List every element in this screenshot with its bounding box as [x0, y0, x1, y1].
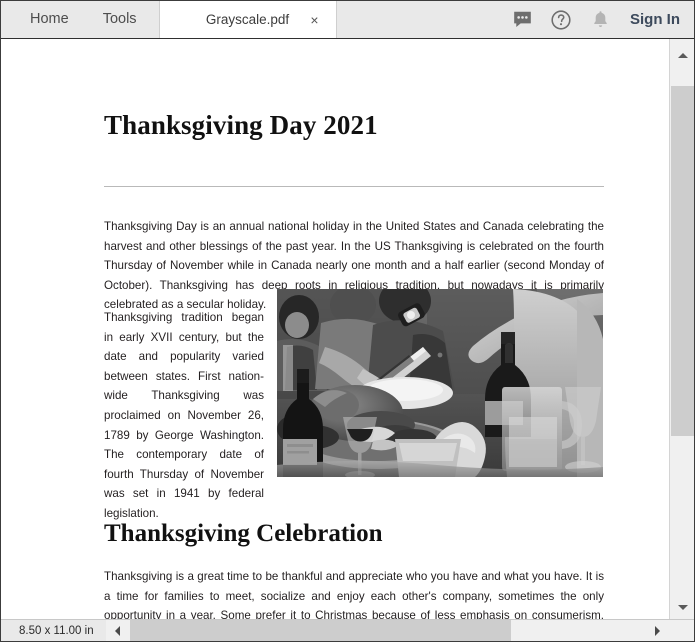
- menu-group: Home Tools: [1, 1, 154, 38]
- top-toolbar: Home Tools Grayscale.pdf × Sign In: [1, 1, 694, 39]
- document-tab-label: Grayscale.pdf: [205, 12, 290, 27]
- notification-bell-icon[interactable]: [588, 8, 612, 32]
- toolbar-icon-group: [510, 1, 626, 38]
- document-viewer[interactable]: Thanksgiving Day 2021 Thanksgiving Day i…: [1, 39, 669, 620]
- sign-in-button[interactable]: Sign In: [626, 1, 694, 38]
- comment-icon[interactable]: [510, 8, 534, 32]
- chevron-left-icon: [115, 625, 121, 636]
- pdf-page: Thanksgiving Day 2021 Thanksgiving Day i…: [1, 39, 669, 620]
- close-icon[interactable]: ×: [307, 11, 321, 29]
- menu-item-home[interactable]: Home: [13, 1, 86, 38]
- status-bar-corner: [669, 620, 694, 641]
- section-heading: Thanksgiving Celebration: [104, 520, 383, 547]
- vertical-scrollbar[interactable]: [669, 39, 694, 620]
- page-size-label: 8.50 x 11.00 in: [19, 624, 94, 637]
- status-bar: 8.50 x 11.00 in: [1, 619, 694, 641]
- horizontal-scrollbar-track[interactable]: [129, 620, 645, 641]
- scroll-right-button[interactable]: [645, 620, 669, 641]
- scroll-up-button[interactable]: [670, 44, 694, 66]
- thanksgiving-dinner-photo: [277, 289, 603, 477]
- horizontal-scrollbar-thumb[interactable]: [129, 620, 511, 641]
- scroll-down-button[interactable]: [670, 596, 694, 618]
- title-divider: [104, 186, 604, 187]
- vertical-scrollbar-thumb[interactable]: [671, 86, 694, 436]
- scroll-left-button[interactable]: [105, 620, 130, 641]
- horizontal-scrollbar[interactable]: [105, 620, 669, 641]
- paragraph-history: Thanksgiving tradition began in early XV…: [104, 311, 264, 520]
- help-icon[interactable]: [549, 8, 573, 32]
- document-tab-grayscale-pdf[interactable]: Grayscale.pdf ×: [158, 1, 337, 38]
- chevron-up-icon: [677, 52, 688, 58]
- acrobat-reader-window: Home Tools Grayscale.pdf × Sign In Thank…: [0, 0, 695, 642]
- chevron-down-icon: [677, 604, 688, 610]
- page-title: Thanksgiving Day 2021: [104, 110, 378, 140]
- menu-item-tools[interactable]: Tools: [86, 1, 154, 38]
- chevron-right-icon: [654, 625, 660, 636]
- paragraph-celebration: Thanksgiving is a great time to be thank…: [104, 570, 604, 620]
